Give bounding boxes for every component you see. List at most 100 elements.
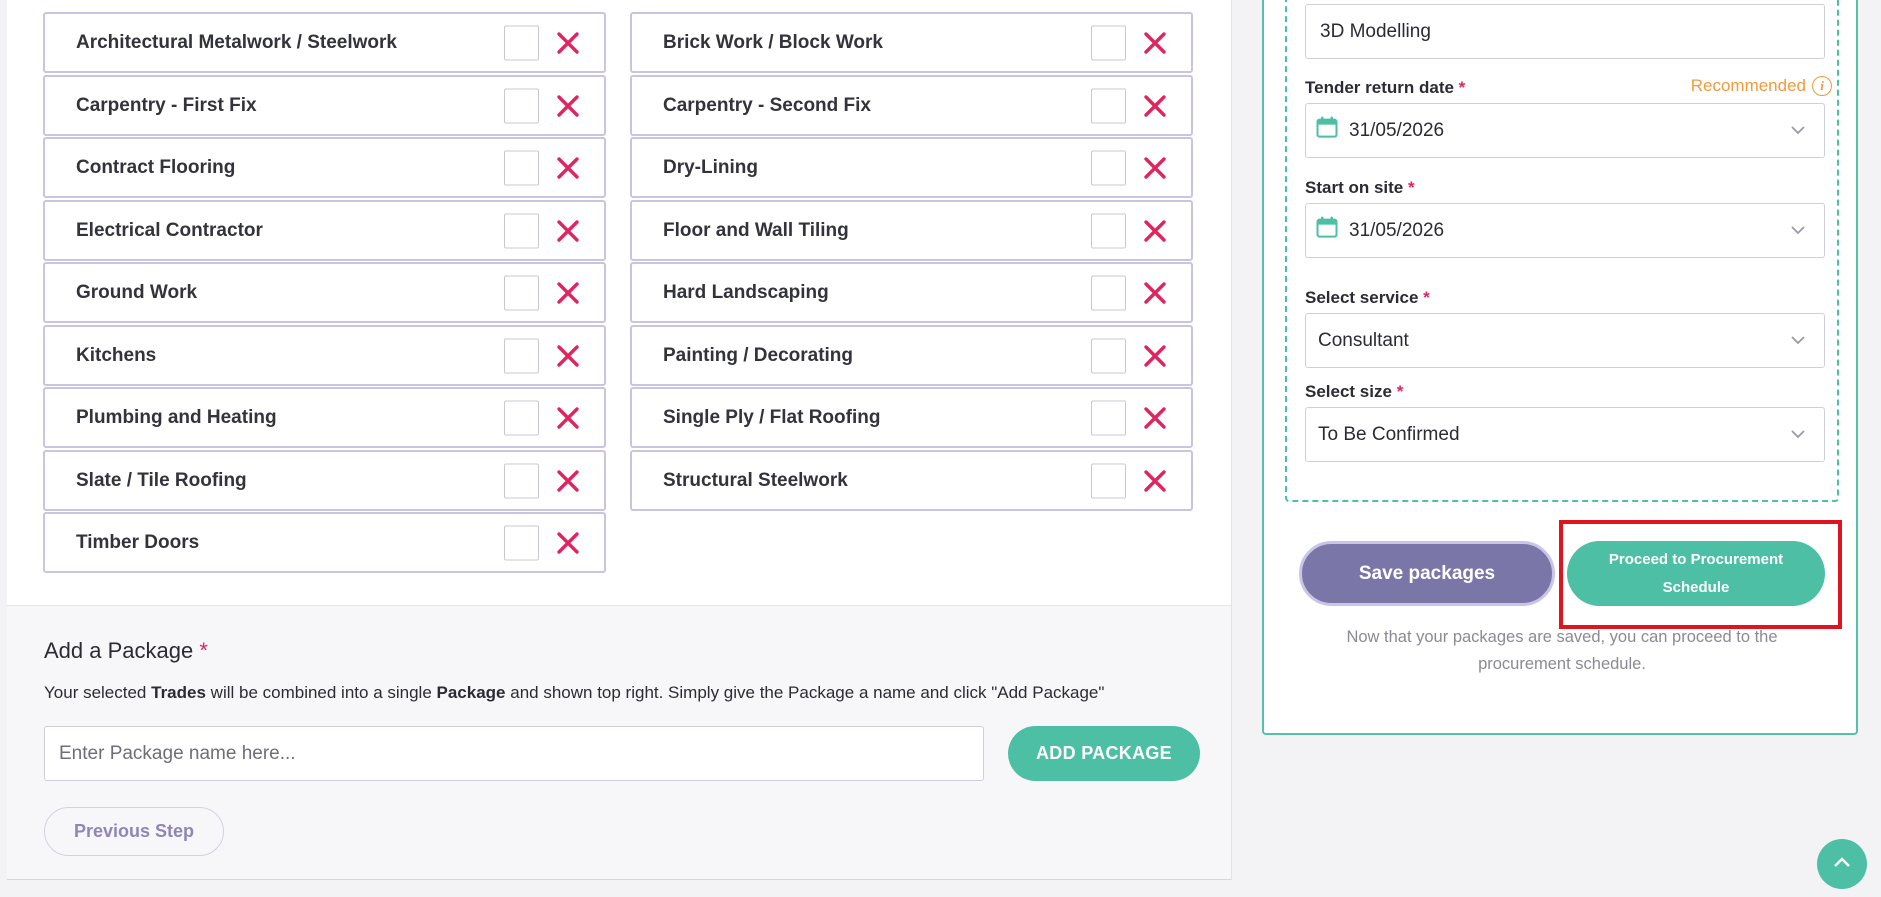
start-on-site-label: Start on site * — [1305, 178, 1415, 198]
chevron-down-icon — [1790, 332, 1806, 350]
desc-text: and shown top right. Simply give the Pac… — [505, 683, 1105, 702]
trade-item: Ground Work — [43, 262, 606, 323]
trade-item: Painting / Decorating — [630, 325, 1193, 386]
select-service-value: Consultant — [1318, 329, 1409, 351]
trade-checkbox[interactable] — [504, 338, 539, 373]
trade-label: Brick Work / Block Work — [663, 31, 883, 53]
tender-return-label: Tender return date * — [1305, 78, 1465, 98]
desc-package-bold: Package — [436, 683, 506, 702]
required-mark: * — [1396, 382, 1404, 401]
package-name-value: 3D Modelling — [1320, 20, 1431, 42]
trade-label: Floor and Wall Tiling — [663, 219, 849, 241]
select-size-dropdown[interactable]: To Be Confirmed — [1305, 407, 1825, 462]
close-x-icon[interactable] — [554, 342, 582, 370]
trade-item: Slate / Tile Roofing — [43, 450, 606, 511]
trade-item: Timber Doors — [43, 512, 606, 573]
add-package-title-text: Add a Package — [44, 638, 194, 663]
close-x-icon[interactable] — [554, 92, 582, 120]
trade-label: Ground Work — [76, 281, 198, 303]
trade-item: Carpentry - First Fix — [43, 75, 606, 136]
trade-label: Plumbing and Heating — [76, 406, 277, 428]
close-x-icon[interactable] — [1141, 342, 1169, 370]
trade-checkbox[interactable] — [1091, 275, 1126, 310]
trade-item: Plumbing and Heating — [43, 387, 606, 448]
scroll-to-top-button[interactable] — [1817, 839, 1867, 889]
start-on-site-date-value: 31/05/2026 — [1349, 219, 1445, 241]
trade-checkbox[interactable] — [1091, 88, 1126, 123]
close-x-icon[interactable] — [554, 404, 582, 432]
select-service-label-text: Select service — [1305, 288, 1419, 307]
trade-checkbox[interactable] — [504, 400, 539, 435]
trade-checkbox[interactable] — [1091, 150, 1126, 185]
tender-return-date-picker[interactable]: 31/05/2026 — [1305, 103, 1825, 158]
trade-checkbox[interactable] — [504, 275, 539, 310]
add-package-title: Add a Package * — [44, 638, 208, 664]
close-x-icon[interactable] — [1141, 92, 1169, 120]
required-mark: * — [1407, 178, 1415, 197]
package-summary-card: 3D Modelling Tender return date * Recomm… — [1262, 0, 1858, 735]
trade-checkbox[interactable] — [504, 463, 539, 498]
recommended-hint[interactable]: Recommended i — [1691, 76, 1832, 96]
trade-checkbox[interactable] — [504, 525, 539, 560]
trade-item: Contract Flooring — [43, 137, 606, 198]
trade-checkbox[interactable] — [1091, 400, 1126, 435]
trade-label: Carpentry - Second Fix — [663, 94, 871, 116]
trade-item: Structural Steelwork — [630, 450, 1193, 511]
close-x-icon[interactable] — [554, 154, 582, 182]
desc-text: Your selected — [44, 683, 152, 702]
trade-checkbox[interactable] — [1091, 25, 1126, 60]
trade-checkbox[interactable] — [504, 25, 539, 60]
trade-item: Single Ply / Flat Roofing — [630, 387, 1193, 448]
calendar-icon — [1316, 216, 1338, 243]
trade-item: Floor and Wall Tiling — [630, 200, 1193, 261]
trade-label: Slate / Tile Roofing — [76, 469, 247, 491]
trade-checkbox[interactable] — [504, 88, 539, 123]
add-package-button[interactable]: ADD PACKAGE — [1008, 726, 1200, 781]
chevron-down-icon — [1790, 426, 1806, 444]
chevron-down-icon — [1790, 222, 1806, 240]
close-x-icon[interactable] — [554, 29, 582, 57]
select-size-value: To Be Confirmed — [1318, 423, 1460, 445]
trade-checkbox[interactable] — [1091, 338, 1126, 373]
trade-item: Kitchens — [43, 325, 606, 386]
close-x-icon[interactable] — [1141, 467, 1169, 495]
close-x-icon[interactable] — [1141, 404, 1169, 432]
package-name-input[interactable] — [44, 726, 984, 781]
calendar-icon — [1316, 116, 1338, 143]
info-icon[interactable]: i — [1812, 76, 1832, 96]
select-service-dropdown[interactable]: Consultant — [1305, 313, 1825, 368]
trade-label: Architectural Metalwork / Steelwork — [76, 31, 397, 53]
required-mark: * — [1423, 288, 1430, 307]
trade-label: Structural Steelwork — [663, 469, 848, 491]
close-x-icon[interactable] — [554, 217, 582, 245]
close-x-icon[interactable] — [1141, 217, 1169, 245]
tender-return-label-text: Tender return date — [1305, 78, 1454, 97]
close-x-icon[interactable] — [554, 529, 582, 557]
package-name-field[interactable]: 3D Modelling — [1305, 4, 1825, 59]
add-package-section: Add a Package * Your selected Trades wil… — [7, 605, 1231, 879]
trade-checkbox[interactable] — [1091, 463, 1126, 498]
trade-item: Carpentry - Second Fix — [630, 75, 1193, 136]
chevron-up-icon — [1833, 855, 1851, 873]
close-x-icon[interactable] — [554, 279, 582, 307]
previous-step-button[interactable]: Previous Step — [44, 807, 224, 856]
add-package-description: Your selected Trades will be combined in… — [44, 683, 1104, 703]
trade-label: Hard Landscaping — [663, 281, 829, 303]
trade-label: Contract Flooring — [76, 156, 236, 178]
trade-checkbox[interactable] — [1091, 213, 1126, 248]
desc-text: will be combined into a single — [205, 683, 437, 702]
start-on-site-label-text: Start on site — [1305, 178, 1404, 197]
select-size-label: Select size * — [1305, 382, 1403, 402]
save-packages-button[interactable]: Save packages — [1299, 541, 1555, 606]
close-x-icon[interactable] — [1141, 154, 1169, 182]
close-x-icon[interactable] — [554, 467, 582, 495]
close-x-icon[interactable] — [1141, 279, 1169, 307]
trade-checkbox[interactable] — [504, 150, 539, 185]
select-size-label-text: Select size — [1305, 382, 1392, 401]
start-on-site-date-picker[interactable]: 31/05/2026 — [1305, 203, 1825, 258]
desc-trades-bold: Trades — [151, 683, 206, 702]
trade-item: Architectural Metalwork / Steelwork — [43, 12, 606, 73]
trade-checkbox[interactable] — [504, 213, 539, 248]
required-mark: * — [199, 638, 208, 663]
close-x-icon[interactable] — [1141, 29, 1169, 57]
